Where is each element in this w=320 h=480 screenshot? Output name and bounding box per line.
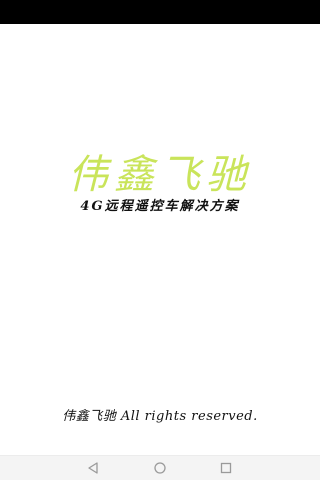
splash-screen: 伟鑫飞驰 4G远程遥控车解决方案 伟鑫飞驰 All rights reserve… bbox=[0, 0, 320, 480]
navigation-bar bbox=[0, 455, 320, 480]
back-button[interactable] bbox=[73, 456, 113, 480]
status-bar bbox=[0, 0, 320, 24]
app-subtitle: 4G远程遥控车解决方案 bbox=[80, 199, 240, 214]
splash-content: 伟鑫飞驰 4G远程遥控车解决方案 伟鑫飞驰 All rights reserve… bbox=[0, 24, 320, 456]
copyright-text: 伟鑫飞驰 All rights reserved. bbox=[62, 409, 258, 424]
app-title: 伟鑫飞驰 bbox=[68, 152, 252, 198]
home-circle-icon bbox=[154, 462, 166, 474]
recent-square-icon bbox=[220, 462, 232, 474]
back-triangle-icon bbox=[88, 462, 98, 474]
home-button[interactable] bbox=[140, 456, 180, 480]
recent-apps-button[interactable] bbox=[206, 456, 246, 480]
